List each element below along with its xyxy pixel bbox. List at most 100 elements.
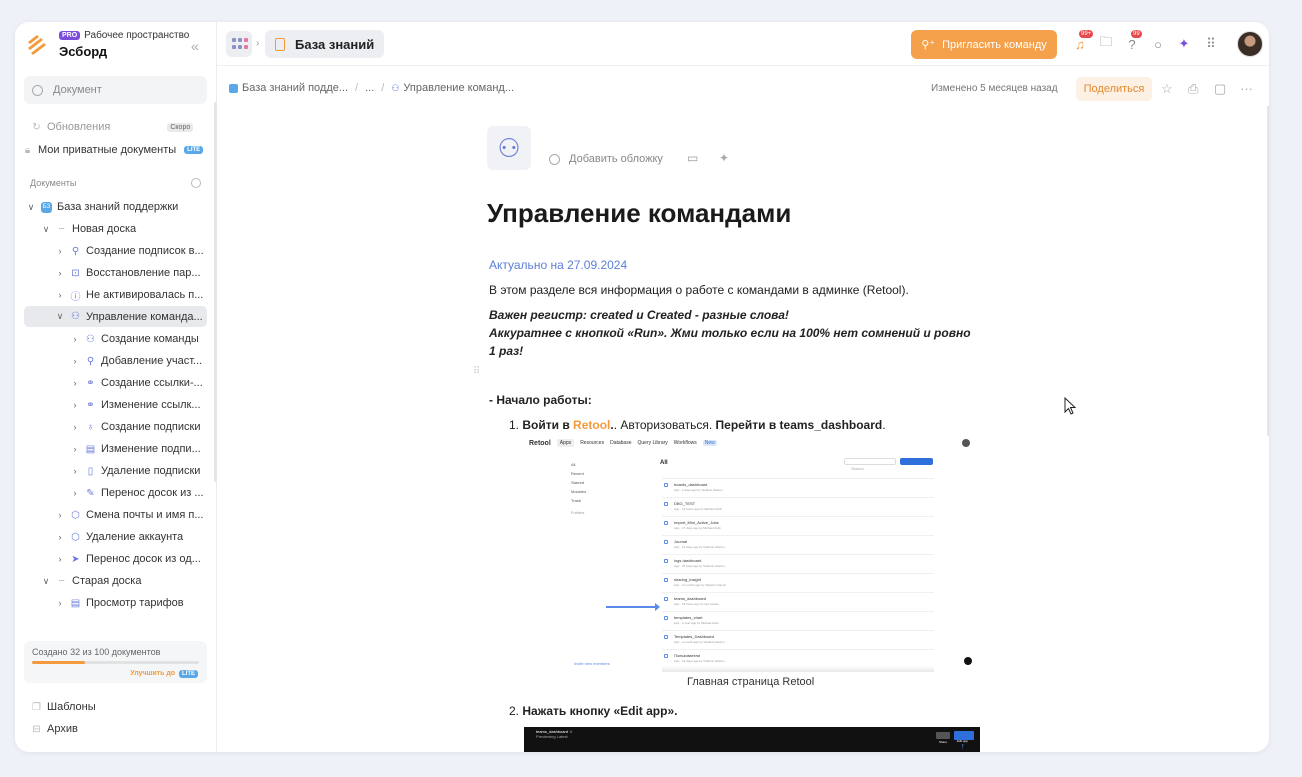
retool-logo: Retool	[529, 439, 551, 447]
chevron-right-icon[interactable]: ›	[55, 532, 65, 542]
chevron-down-icon[interactable]: ∨	[26, 202, 36, 213]
tree-item[interactable]: › ⊡ Восстановление пар...	[55, 263, 201, 283]
copy-icon[interactable]: ▢	[1214, 81, 1226, 97]
team-icon[interactable]: ⚇	[487, 126, 531, 170]
workspace-switcher[interactable]: PRO Рабочее пространство Эсборд	[25, 30, 189, 59]
invite-team-label: Пригласить команду	[942, 38, 1047, 51]
chevron-right-icon[interactable]: ›	[70, 422, 80, 432]
bell-icon[interactable]: ♫ 99+	[1072, 30, 1094, 52]
retool-app-name: DBG_TEST	[674, 501, 696, 506]
tree-item[interactable]: › ⚲ Добавление участ...	[70, 351, 203, 371]
breadcrumb-item[interactable]: ...	[365, 82, 374, 94]
step-text: Нажать кнопку «Edit app».	[522, 704, 678, 718]
help-count: 99	[1131, 30, 1142, 38]
edit-app-screenshot[interactable]: teams_dashboard ☆ Previewing Latest Share…	[524, 727, 980, 752]
retool-row-divider	[662, 592, 934, 593]
sidebar-item-private-docs[interactable]: 🔒︎ Мои приватные документы LITE	[22, 140, 204, 160]
tree-item[interactable]: › ▯ Удаление подписки	[70, 461, 201, 481]
chevron-right-icon[interactable]: ›	[55, 554, 65, 564]
chevron-right-icon[interactable]: ›	[70, 378, 80, 388]
apps-grid-icon[interactable]	[226, 31, 252, 57]
page-title[interactable]: Управление командами	[487, 198, 791, 229]
folder-icon[interactable]: 🗀︎	[1098, 34, 1114, 52]
collapse-sidebar-icon[interactable]: «	[191, 38, 199, 54]
bulb-icon: ♁	[86, 421, 95, 433]
tree-item[interactable]: › ♁ Создание подписки	[70, 417, 201, 437]
avatar[interactable]	[1237, 31, 1263, 57]
chevron-right-icon[interactable]: ›	[70, 466, 80, 476]
tree-item[interactable]: › ⓘ Не активировалась п...	[55, 285, 204, 305]
add-document-icon[interactable]	[191, 178, 201, 188]
chevron-right-icon[interactable]: ›	[55, 598, 65, 608]
chevron-right-icon[interactable]: ›	[70, 356, 80, 366]
tree-item[interactable]: › ⚇ Создание команды	[70, 329, 199, 349]
tree-item[interactable]: › ⬡ Смена почты и имя п...	[55, 505, 204, 525]
retool-nav-item: Resources	[580, 440, 605, 446]
tree-item[interactable]: › ⚭ Создание ссылки-...	[70, 373, 203, 393]
current-space-tab[interactable]: База знаний	[265, 30, 385, 58]
comment-icon[interactable]: ▭	[687, 151, 698, 165]
retool-screenshot[interactable]: Retool Apps Resources Database Query Lib…	[524, 434, 980, 672]
retool-row-divider	[662, 497, 934, 498]
sidebar-item-updates[interactable]: ↻ Обновления Скоро	[31, 117, 194, 137]
tree-item[interactable]: › ⚲ Создание подписок в...	[55, 241, 204, 261]
chevron-right-icon[interactable]: ›	[70, 400, 80, 410]
breadcrumb-item[interactable]: Управление команд...	[403, 82, 514, 94]
search-input[interactable]: Документ	[24, 76, 207, 104]
chevron-right-icon[interactable]: ›	[55, 510, 65, 520]
image-icon	[549, 153, 560, 165]
chevron-down-icon[interactable]: ∨	[41, 224, 51, 235]
link-icon: ⚭	[86, 377, 95, 389]
retool-nav-item: Workflows	[673, 440, 697, 446]
tree-item-label: Старая доска	[72, 575, 142, 587]
retool-link[interactable]: Retool	[573, 418, 610, 432]
tree-item[interactable]: › ⚭ Изменение ссылк...	[70, 395, 201, 415]
chevron-right-icon[interactable]: ›	[70, 488, 80, 498]
tree-item[interactable]: › ✎ Перенос досок из ...	[70, 483, 204, 503]
link-icon: ⚭	[86, 399, 95, 411]
breadcrumb-separator: /	[381, 82, 385, 94]
help-icon[interactable]: ? 99	[1124, 30, 1142, 52]
tree-item-active[interactable]: ∨ ⚇ Управление команда...	[24, 306, 207, 327]
quota-text: Создано 32 из 100 документов	[32, 647, 161, 657]
share-button[interactable]: Поделиться	[1076, 77, 1152, 101]
tree-item[interactable]: › ▤ Просмотр тарифов	[55, 593, 184, 613]
print-icon[interactable]: ⎙	[1188, 81, 1198, 97]
star-icon[interactable]: ☆	[1161, 81, 1173, 97]
tree-item[interactable]: › ▤ Изменение подпи...	[70, 439, 201, 459]
retool-invite-link: Invite new members	[574, 661, 610, 666]
tree-item[interactable]: › ⬡ Удаление аккаунта	[55, 527, 184, 547]
drag-handle-icon[interactable]: ⠿	[473, 366, 480, 377]
sidebar-scrollbar[interactable]	[214, 102, 217, 482]
main-scrollbar[interactable]	[1267, 106, 1269, 436]
warning-line: 1 раз!	[489, 344, 524, 358]
retool-app-meta: App · 19 days ago by Vladimir Glazun	[674, 659, 725, 663]
info-icon: ⓘ	[70, 291, 81, 303]
search-icon[interactable]: ○	[1150, 36, 1166, 52]
apps-icon[interactable]: ⠿	[1203, 36, 1219, 52]
add-cover-button[interactable]: Добавить обложку	[549, 153, 663, 165]
tree-item[interactable]: › ➤ Перенос досок из од...	[55, 549, 201, 569]
tree-item-label: Не активировалась п...	[86, 289, 204, 301]
chevron-right-icon[interactable]: ›	[55, 268, 65, 278]
sparkle-icon[interactable]: ✦	[719, 151, 729, 165]
chevron-down-icon[interactable]: ∨	[41, 576, 51, 587]
invite-team-button[interactable]: ⚲⁺ Пригласить команду	[911, 30, 1057, 59]
more-icon[interactable]: ···	[1240, 81, 1253, 96]
breadcrumb-item[interactable]: База знаний подде...	[242, 82, 348, 94]
arrow-annotation	[606, 603, 660, 611]
chevron-right-icon[interactable]: ›	[55, 246, 65, 256]
retool-nav-item: Query Library	[637, 440, 668, 446]
chevron-down-icon[interactable]: ∨	[55, 311, 65, 322]
tree-item[interactable]: ∨ ┄ Новая доска	[41, 219, 136, 239]
chevron-right-icon[interactable]: ›	[70, 334, 80, 344]
tree-item[interactable]: ∨ ┄ Старая доска	[41, 571, 142, 591]
sparkle-icon[interactable]: ✦	[1176, 36, 1192, 52]
upgrade-link[interactable]: Улучшить до LITE	[130, 670, 198, 678]
sidebar-item-templates[interactable]: ❐ Шаблоны	[31, 697, 96, 717]
chevron-right-icon[interactable]: ›	[70, 444, 80, 454]
chevron-right-icon[interactable]: ›	[55, 290, 65, 300]
sidebar-item-archive[interactable]: ⊟ Архив	[31, 719, 78, 739]
tree-item[interactable]: ∨ БЗ База знаний поддержки	[26, 197, 179, 217]
retool-app-row: DBG_TEST App · 19 hours ago by Michael Zo…	[664, 501, 722, 511]
